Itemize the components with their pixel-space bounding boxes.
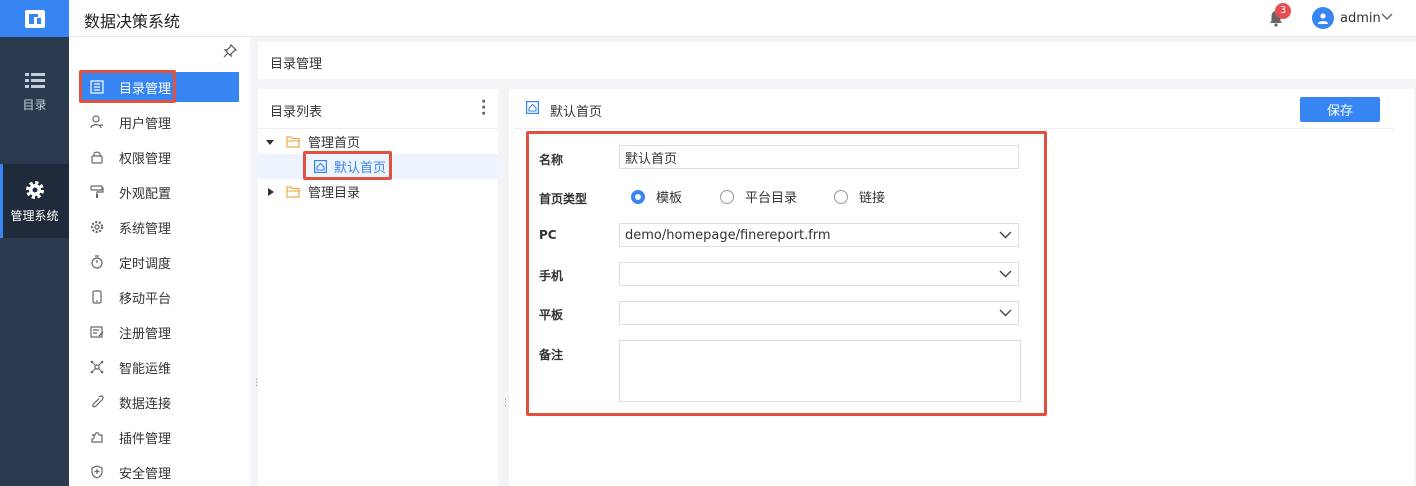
menu-item-ops[interactable]: 智能运维 — [79, 352, 239, 382]
lock-icon — [88, 148, 106, 166]
rail-item-label: 管理系统 — [10, 208, 59, 223]
plugin-icon — [88, 428, 106, 446]
tree-node-label: 管理目录 — [308, 186, 361, 201]
app-title: 数据决策系统 — [84, 12, 181, 31]
network-icon — [88, 358, 106, 376]
register-icon — [88, 323, 106, 341]
highlight-box-menu — [79, 70, 176, 103]
user-name[interactable]: admin — [1340, 11, 1381, 26]
gear-icon — [25, 180, 44, 199]
edit-header: 默认首页 保存 — [514, 89, 1394, 129]
notification-badge: 3 — [1275, 3, 1291, 19]
pin-icon[interactable] — [223, 44, 237, 58]
home-icon — [526, 101, 539, 114]
breadcrumb: 目录管理 — [258, 42, 1416, 79]
tree-node-admin-directory[interactable]: 管理目录 — [258, 179, 498, 204]
directory-panel: 目录列表 · · · 管理首页 默认首页 管理目录 — [258, 89, 498, 486]
highlight-box-form — [526, 131, 1047, 416]
menu-item-label: 插件管理 — [119, 431, 172, 447]
menu-item-label: 定时调度 — [119, 256, 172, 272]
app-logo[interactable] — [0, 0, 69, 37]
menu-item-label: 注册管理 — [119, 326, 172, 342]
side-menu: 目录管理 用户管理 权限管理 外观配置 系统管理 定时调度 移动平台 注册管理 … — [69, 37, 250, 486]
caret-right-icon[interactable] — [266, 187, 276, 197]
tree-node-label: 管理首页 — [308, 136, 361, 151]
rail-item-management[interactable]: 管理系统 — [0, 164, 69, 238]
breadcrumb-text: 目录管理 — [270, 57, 323, 72]
rail-item-directory[interactable]: 目录 — [0, 55, 69, 129]
menu-item-schedule[interactable]: 定时调度 — [79, 247, 239, 277]
menu-item-label: 权限管理 — [119, 151, 172, 167]
menu-item-label: 安全管理 — [119, 466, 172, 482]
paint-roller-icon — [88, 183, 106, 201]
user-avatar-icon — [1318, 13, 1328, 24]
folder-icon — [286, 185, 300, 198]
directory-title: 目录列表 — [270, 105, 323, 120]
save-button[interactable]: 保存 — [1300, 97, 1380, 122]
menu-item-permissions[interactable]: 权限管理 — [79, 142, 239, 172]
menu-item-data-connection[interactable]: 数据连接 — [79, 387, 239, 417]
user-icon — [88, 113, 106, 131]
menu-item-label: 移动平台 — [119, 291, 172, 307]
menu-item-label: 外观配置 — [119, 186, 172, 202]
avatar[interactable] — [1312, 7, 1334, 29]
rail-item-label: 目录 — [22, 97, 47, 112]
left-rail: 目录 管理系统 — [0, 0, 69, 486]
menu-item-users[interactable]: 用户管理 — [79, 107, 239, 137]
mobile-icon — [88, 288, 106, 306]
top-header: 数据决策系统 3 admin — [69, 0, 1416, 37]
highlight-box-tree — [303, 151, 392, 180]
folder-open-icon — [286, 135, 300, 148]
menu-item-system[interactable]: 系统管理 — [79, 212, 239, 242]
menu-item-mobile[interactable]: 移动平台 — [79, 282, 239, 312]
menu-item-label: 智能运维 — [119, 361, 172, 377]
directory-header: 目录列表 · · · — [258, 89, 498, 129]
logo-icon — [24, 9, 45, 28]
menu-item-appearance[interactable]: 外观配置 — [79, 177, 239, 207]
menu-item-label: 用户管理 — [119, 116, 172, 132]
chevron-down-icon[interactable] — [1381, 12, 1393, 22]
menu-item-plugins[interactable]: 插件管理 — [79, 422, 239, 452]
menu-item-register[interactable]: 注册管理 — [79, 317, 239, 347]
link-icon — [88, 393, 106, 411]
timer-icon — [88, 253, 106, 271]
list-icon — [24, 72, 45, 88]
menu-item-security[interactable]: 安全管理 — [79, 457, 239, 486]
more-vertical-icon[interactable]: · · · — [481, 95, 486, 121]
caret-down-icon[interactable] — [265, 137, 275, 147]
menu-item-label: 数据连接 — [119, 396, 172, 412]
shield-icon — [88, 463, 106, 481]
edit-title: 默认首页 — [550, 105, 603, 120]
menu-item-label: 系统管理 — [119, 221, 172, 237]
settings-icon — [88, 218, 106, 236]
